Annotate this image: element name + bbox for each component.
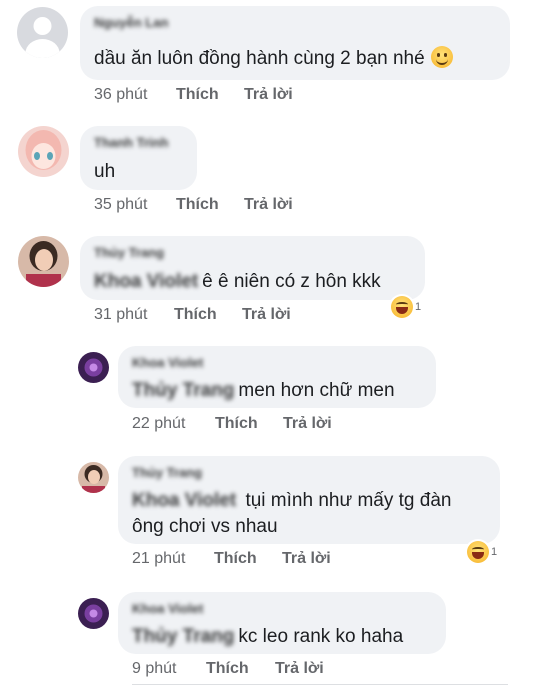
reply-bubble: Khoa Violet Thủy Trang men hơn chữ men [118,346,436,408]
slight-smile-emoji-icon [430,46,453,68]
like-button[interactable]: Thích [174,306,217,324]
mention-tag[interactable]: Khoa Violet [132,488,236,513]
like-button[interactable]: Thích [176,86,219,104]
timestamp[interactable]: 22 phút [132,415,185,433]
comment-meta: 31 phút Thích Trả lời [94,306,314,326]
comment-meta: 22 phút Thích Trả lời [132,415,352,435]
reaction-badge[interactable]: 1 [391,295,421,319]
reply-bubble: Thủy Trang Khoa Violet tụi mình như mấy … [118,456,500,544]
haha-reaction-icon [467,541,489,563]
comment-meta: 9 phút Thích Trả lời [132,660,352,680]
comment-text: dầu ăn luôn đồng hành cùng 2 bạn nhé [94,46,453,71]
comment-bubble: Nguyễn Lan dầu ăn luôn đồng hành cùng 2 … [80,6,510,80]
comment-meta: 21 phút Thích Trả lời [132,550,352,570]
mention-tag[interactable]: Thủy Trang [132,378,234,403]
comment-bubble: Thủy Trang Khoa Violet ê ê niên có z hôn … [80,236,425,300]
reply-button[interactable]: Trả lời [242,306,291,324]
like-button[interactable]: Thích [214,550,257,568]
reaction-count: 1 [415,301,422,313]
commenter-name[interactable]: Nguyễn Lan [94,15,168,30]
comment-meta: 36 phút Thích Trả lời [94,86,314,106]
like-button[interactable]: Thích [176,196,219,214]
reply-bubble: Khoa Violet Thủy Trang kc leo rank ko hah… [118,592,446,654]
comment-text: Khoa Violet tụi mình như mấy tg đàn [132,488,451,513]
avatar[interactable] [78,598,109,629]
comment-text: uh [94,161,116,182]
reply-button[interactable]: Trả lời [244,86,293,104]
avatar[interactable] [78,352,109,383]
commenter-name[interactable]: Khoa Violet [132,355,203,370]
haha-reaction-icon [391,296,413,318]
comment-text-content: men hơn chữ men [238,380,395,401]
reply-button[interactable]: Trả lời [275,660,324,678]
comment-text: Thủy Trang kc leo rank ko haha [132,624,403,649]
comment-text-content: dầu ăn luôn đồng hành cùng 2 bạn nhé [94,48,425,69]
timestamp[interactable]: 21 phút [132,550,185,568]
like-button[interactable]: Thích [206,660,249,678]
timestamp[interactable]: 36 phút [94,86,147,104]
comment-text: Khoa Violet ê ê niên có z hôn kkk [94,269,381,294]
reaction-count: 1 [491,546,498,558]
comment-text-line2: ông chơi vs nhau [132,516,278,537]
comment-text-content: ê ê niên có z hôn kkk [202,271,381,292]
commenter-name[interactable]: Khoa Violet [132,601,203,616]
reaction-badge[interactable]: 1 [467,540,497,564]
timestamp[interactable]: 9 phút [132,660,176,678]
mention-tag[interactable]: Thủy Trang [132,624,234,649]
comment-bubble: Thanh Trinh uh [80,126,197,190]
commenter-name[interactable]: Thủy Trang [94,245,164,260]
avatar[interactable] [78,462,109,493]
mention-tag[interactable]: Khoa Violet [94,269,198,294]
reply-button[interactable]: Trả lời [282,550,331,568]
divider [132,684,508,685]
commenter-name[interactable]: Thanh Trinh [94,135,168,150]
avatar[interactable] [18,236,69,287]
timestamp[interactable]: 35 phút [94,196,147,214]
avatar[interactable] [17,7,68,58]
comment-text: Thủy Trang men hơn chữ men [132,378,395,403]
comment-meta: 35 phút Thích Trả lời [94,196,314,216]
reply-button[interactable]: Trả lời [283,415,332,433]
comment-text-line1: tụi mình như mấy tg đàn [245,490,452,511]
reply-button[interactable]: Trả lời [244,196,293,214]
comment-text-content: kc leo rank ko haha [238,626,404,647]
avatar[interactable] [18,126,69,177]
timestamp[interactable]: 31 phút [94,306,147,324]
commenter-name[interactable]: Thủy Trang [132,465,202,480]
like-button[interactable]: Thích [215,415,258,433]
